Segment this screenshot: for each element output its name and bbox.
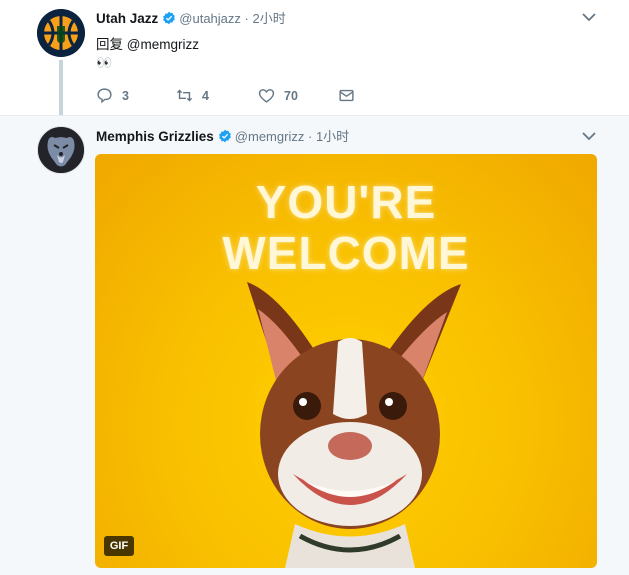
timestamp[interactable]: 1小时 bbox=[316, 129, 349, 144]
avatar-utah-jazz[interactable] bbox=[37, 9, 85, 57]
thread-connector bbox=[59, 60, 63, 122]
like-count: 70 bbox=[284, 88, 298, 103]
separator-dot: · bbox=[307, 129, 313, 144]
reply-icon bbox=[97, 88, 112, 104]
reply-prefix: 回复 bbox=[96, 37, 123, 52]
retweet-icon bbox=[176, 89, 193, 102]
retweet-button[interactable]: 4 bbox=[176, 87, 209, 104]
user-handle[interactable]: @utahjazz bbox=[179, 11, 241, 26]
retweet-count: 4 bbox=[202, 88, 209, 103]
gif-media[interactable]: YOU'RE WELCOME GIF bbox=[95, 154, 597, 568]
avatar-memphis-grizzlies[interactable] bbox=[37, 126, 85, 174]
gif-caption-line1: YOU'RE bbox=[255, 176, 437, 228]
tweet-utah-jazz[interactable]: Utah Jazz @utahjazz · 2小时 回复 @memgrizz 👀 … bbox=[0, 0, 629, 122]
display-name[interactable]: Memphis Grizzlies bbox=[96, 129, 214, 144]
display-name[interactable]: Utah Jazz bbox=[96, 11, 158, 26]
like-button[interactable]: 70 bbox=[258, 87, 298, 104]
reply-count: 3 bbox=[122, 88, 129, 103]
reply-button[interactable]: 3 bbox=[96, 87, 129, 104]
separator-dot: · bbox=[244, 11, 249, 26]
utah-jazz-logo-icon bbox=[37, 9, 85, 57]
gif-caption-line2: WELCOME bbox=[222, 227, 470, 279]
verified-badge-icon bbox=[163, 11, 176, 25]
direct-message-button[interactable] bbox=[338, 87, 364, 104]
reply-mention-link[interactable]: @memgrizz bbox=[127, 37, 199, 52]
memphis-grizzlies-logo-icon bbox=[38, 127, 84, 173]
chevron-down-icon[interactable] bbox=[582, 12, 596, 22]
gif-badge: GIF bbox=[104, 536, 134, 556]
tweet-memphis-grizzlies[interactable]: Memphis Grizzlies @memgrizz · 1小时 YOU'RE … bbox=[0, 115, 629, 575]
verified-badge-icon bbox=[218, 129, 231, 143]
reply-context: 回复 @memgrizz bbox=[96, 33, 199, 53]
tweet-actions: 3 4 70 bbox=[96, 87, 396, 107]
timestamp[interactable]: 2小时 bbox=[253, 11, 286, 26]
tweet-header: Utah Jazz @utahjazz · 2小时 bbox=[96, 8, 286, 27]
heart-icon bbox=[258, 89, 275, 103]
chevron-down-icon[interactable] bbox=[582, 131, 596, 141]
user-handle[interactable]: @memgrizz bbox=[235, 129, 305, 144]
tweet-header: Memphis Grizzlies @memgrizz · 1小时 bbox=[96, 126, 349, 145]
envelope-icon bbox=[339, 89, 354, 102]
smiling-dog-illustration bbox=[247, 282, 461, 568]
tweet-text: 👀 bbox=[96, 55, 113, 70]
